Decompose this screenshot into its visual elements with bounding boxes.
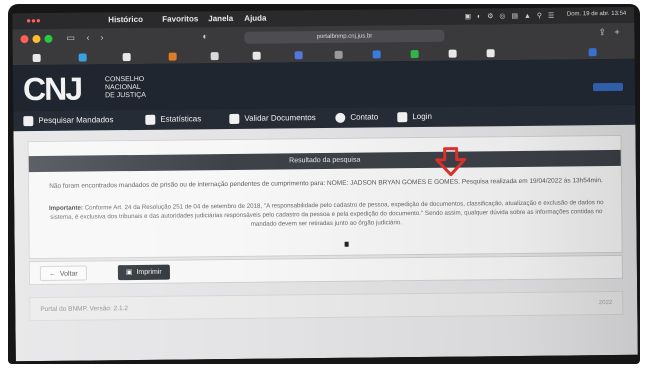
footer-version: Portal do BNMP. Versão: 2.1.2 [40, 305, 129, 313]
back-arrow-icon[interactable]: ‹ [86, 32, 89, 42]
minimize-window-button[interactable] [32, 34, 41, 44]
bookmark-icon[interactable] [410, 50, 419, 59]
menu-historico[interactable]: Histórico [108, 15, 143, 24]
back-label: Voltar [59, 270, 78, 278]
back-button[interactable]: ← Voltar [39, 265, 87, 281]
new-tab-icon[interactable]: + [614, 27, 619, 37]
sidebar-icon[interactable]: ▭ [66, 33, 75, 44]
address-bar[interactable]: portalbnmp.cnj.jus.br [244, 29, 445, 44]
laptop-bezel: ●●● Histórico Favoritos Janela Ajuda ▣ ◐… [8, 4, 640, 364]
nav-label: Estatísticas [160, 114, 202, 124]
bookmark-icon[interactable] [448, 49, 457, 58]
nav-label: Pesquisar Mandados [38, 115, 114, 125]
cnj-logo[interactable]: CNJ [23, 71, 81, 108]
maximize-window-button[interactable] [44, 34, 53, 43]
lock-icon [397, 112, 408, 123]
bookmark-icon[interactable] [168, 52, 177, 61]
screen: ●●● Histórico Favoritos Janela Ajuda ▣ ◐… [12, 6, 638, 362]
site-header: CNJ CONSELHO NACIONAL DE JUSTIÇA [12, 58, 636, 112]
menu-favoritos[interactable]: Favoritos [162, 14, 198, 23]
header-badge [592, 82, 624, 92]
forward-arrow-icon[interactable]: › [100, 32, 103, 42]
bookmark-icon[interactable] [588, 48, 597, 57]
bookmark-icon[interactable] [78, 53, 87, 62]
menu-ajuda[interactable]: Ajuda [244, 14, 266, 23]
bookmark-icon[interactable] [334, 50, 343, 59]
chart-icon [145, 114, 156, 125]
menubar-clock: Dom. 19 de abr. 13:54 [566, 10, 627, 18]
bookmark-icon[interactable] [372, 50, 381, 59]
bookmark-icon[interactable] [32, 53, 41, 63]
people-icon [23, 115, 34, 127]
bookmark-icon[interactable] [294, 51, 303, 60]
nav-label: Validar Documentos [244, 113, 316, 123]
important-notice: Importante: Conforme Art. 24 da Resoluçã… [39, 198, 613, 231]
mouse-cursor [344, 241, 349, 247]
bookmark-icon[interactable] [252, 51, 261, 60]
action-row: ← Voltar ▣ Imprimir [28, 254, 624, 286]
question-icon [335, 112, 346, 123]
footer-year: 2022 [598, 299, 613, 307]
print-button[interactable]: ▣ Imprimir [117, 264, 170, 281]
print-label: Imprimir [136, 268, 162, 276]
bookmark-icon[interactable] [486, 49, 495, 58]
important-label: Importante: [48, 204, 83, 212]
result-panel: Resultado da pesquisa Não foram encontra… [27, 134, 623, 260]
result-message: Não foram encontrados mandados de prisão… [49, 177, 603, 190]
close-window-button[interactable] [20, 35, 29, 44]
status-icons: ▣ ◐ ⚙ ◎ ▤ ▲ ⚲ ☰ [464, 12, 557, 21]
shield-icon: ◐ [202, 31, 208, 42]
page-footer: Portal do BNMP. Versão: 2.1.2 2022 [29, 290, 624, 322]
share-icon[interactable]: ⇪ [598, 27, 606, 38]
result-title: Resultado da pesquisa [28, 149, 621, 173]
nav-validar-documentos[interactable]: Validar Documentos [229, 112, 316, 125]
logo-text: CONSELHO NACIONAL DE JUSTIÇA [105, 76, 146, 100]
nav-estatisticas[interactable]: Estatísticas [145, 113, 201, 126]
document-icon [229, 113, 240, 124]
apple-dots: ●●● [26, 15, 41, 26]
red-arrow-annotation [435, 147, 467, 177]
nav-login[interactable]: Login [397, 111, 432, 123]
nav-pesquisar-mandados[interactable]: Pesquisar Mandados [23, 114, 114, 127]
printer-icon: ▣ [125, 268, 137, 277]
nav-contato[interactable]: Contato [335, 111, 378, 123]
nav-label: Login [412, 111, 432, 122]
important-text: Conforme Art. 24 da Resolução 251 de 04 … [50, 199, 604, 228]
arrow-left-icon: ← [48, 270, 60, 278]
page-body: Resultado da pesquisa Não foram encontra… [13, 124, 638, 362]
logo-line: DE JUSTIÇA [105, 91, 146, 100]
bookmark-icon[interactable] [122, 53, 131, 62]
bookmark-icon[interactable] [210, 52, 219, 61]
menu-janela[interactable]: Janela [208, 14, 233, 23]
nav-label: Contato [350, 112, 379, 122]
